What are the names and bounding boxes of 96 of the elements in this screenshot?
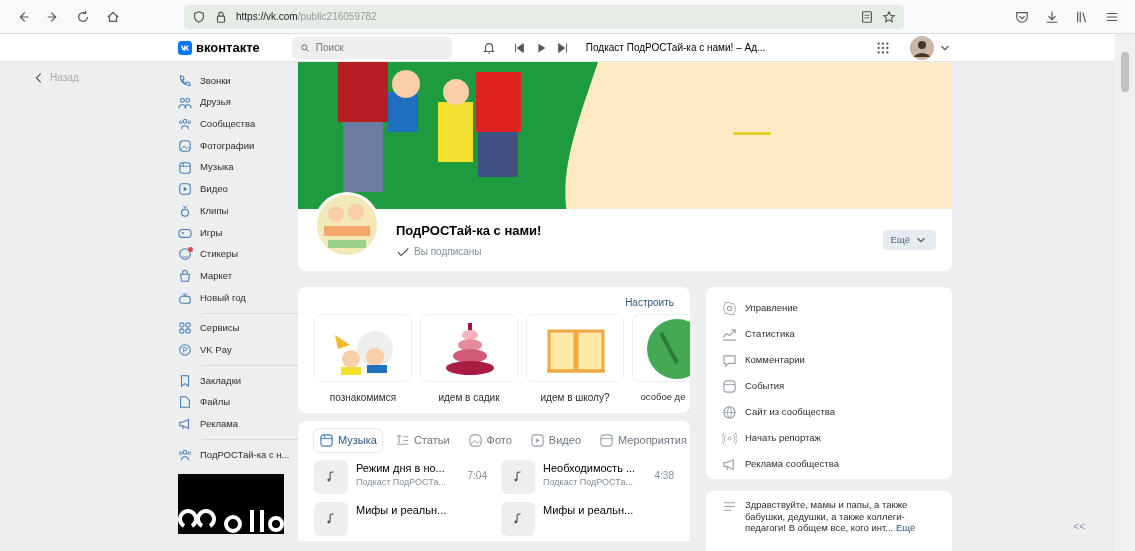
bell-icon[interactable] [481,40,496,55]
track-cover[interactable] [314,501,348,536]
avatar[interactable] [910,35,934,60]
sidebar-item[interactable]: Сообщества [178,113,298,136]
clips-icon [178,203,192,218]
lock-icon [214,9,228,24]
sidebar-item[interactable]: Музыка [178,156,298,179]
video-icon [529,432,545,448]
more-button[interactable]: Ещё [882,229,936,251]
sidebar-item[interactable]: Новый год [178,286,298,309]
sidebar-item[interactable]: VK Pay [178,339,298,361]
chart-icon [722,326,737,342]
address-bar[interactable]: https://vk.com/public216059782 [184,4,904,29]
tab[interactable]: Фото [462,429,517,452]
group-icon [178,117,192,132]
search-input[interactable]: Поиск [313,37,444,58]
next-track-icon[interactable] [555,40,570,55]
track-title[interactable]: Мифы и реальн... [356,501,487,518]
track-cover[interactable] [501,501,535,536]
menu-item[interactable]: События [722,373,936,399]
megaphone-icon [178,417,192,432]
track-title[interactable]: Режим дня в но... [356,459,460,476]
now-playing-title[interactable]: Подкаст ПодРОСТай-ка с нами! – Ад... [585,40,766,55]
home-icon[interactable] [106,9,120,24]
people-icon [178,95,192,110]
track-title[interactable]: Мифы и реальн... [543,501,674,518]
calendar-icon [599,432,614,448]
photo-icon [178,138,192,153]
track-title[interactable]: Необходимость ... [543,459,647,476]
track-duration: 4:38 [654,468,674,483]
scrollbar-thumb[interactable] [1121,52,1129,92]
broadcast-icon [722,430,737,446]
tab[interactable]: Мероприятия [594,429,690,452]
community-name: ПодРОСТай-ка с нами! [396,221,543,240]
menu-item[interactable]: Комментарии [722,347,936,373]
sidebar-item[interactable]: Видео [178,178,298,201]
articles-icon [394,432,410,448]
sidebar-item[interactable]: Файлы [178,391,298,414]
tab[interactable]: Видео [524,429,586,452]
description-text: Здравствуйте, мамы и папы, а также бабушки, дедушки, а также коллеги-педагоги! В общем все, кого инт... Ещё [745,499,917,535]
menu-item[interactable]: Статистика [722,321,936,347]
sidebar-item[interactable]: Клипы [178,200,298,222]
phone-icon [178,73,192,88]
globe-icon [722,404,737,420]
download-icon[interactable] [1045,9,1059,24]
menu-item[interactable]: Реклама сообщества [722,451,936,477]
configure-link[interactable]: Настроить [625,295,674,310]
track-artist[interactable]: Подкаст ПодРОСТа... [543,476,647,490]
logo[interactable]: вконтакте [178,37,260,58]
menu-item[interactable]: Начать репортаж [722,425,936,451]
shield-icon[interactable] [192,9,206,24]
search-field[interactable]: Поиск [291,36,452,59]
sidebar-item[interactable]: Друзья [178,91,298,114]
sidebar-item[interactable]: Маркет [178,265,298,287]
menu-item[interactable]: Сайт из сообщества [722,399,936,425]
music-icon [319,432,334,448]
tab[interactable]: Музыка [314,429,382,452]
smiley-icon [178,247,192,262]
menu-item[interactable]: Управление [722,295,936,321]
url-text: https://vk.com/public216059782 [236,10,378,24]
more-link[interactable]: Ещё [895,522,916,533]
pay-icon [178,343,192,358]
sidebar-item[interactable]: Стикеры [178,243,298,266]
gift-icon [178,290,192,305]
star-icon[interactable] [882,9,896,24]
reader-view-icon[interactable] [860,9,874,24]
pocket-icon[interactable] [1015,9,1029,24]
subscription-status[interactable]: Вы подписаны [414,244,482,260]
apps-grid-icon[interactable] [876,40,890,55]
reload-icon[interactable] [76,9,90,24]
text-lines-icon [722,499,737,514]
calendar-icon [722,378,737,394]
sidebar-item[interactable]: Реклама [178,413,298,435]
sidebar-item[interactable]: Звонки [178,70,298,92]
photo-icon [467,432,483,448]
file-icon [178,395,192,410]
comment-icon [722,352,737,368]
bookmark-icon [178,373,192,388]
settings-icon [722,300,737,316]
sidebar-item[interactable]: Сервисы [178,317,298,340]
sidebar-item[interactable]: Закладки [178,369,298,392]
tab[interactable]: Статьи [389,429,455,452]
video-icon [178,182,192,197]
track-cover[interactable] [314,459,348,494]
track-cover[interactable] [501,459,535,494]
sidebar-item[interactable]: Фотографии [178,135,298,157]
group-icon [178,447,192,462]
track-duration: 7:04 [467,468,487,483]
music-icon [178,160,192,175]
services-icon [178,321,192,336]
track-artist[interactable]: Подкаст ПодРОСТа... [356,476,460,490]
bag-icon [178,269,192,284]
library-icon[interactable] [1075,9,1089,24]
sidebar-item[interactable]: ПодРОСТай-ка с н... [178,444,298,466]
sidebar-item[interactable]: Игры [178,221,298,244]
megaphone-icon [722,456,737,472]
